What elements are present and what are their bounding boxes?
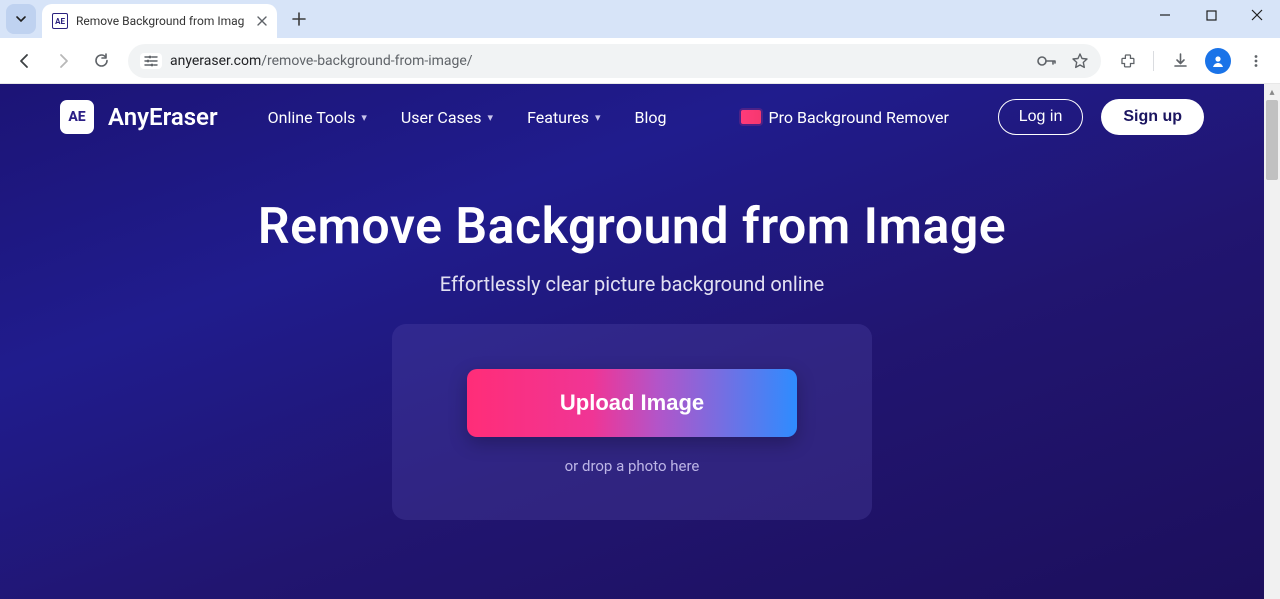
nav-user-cases[interactable]: User Cases ▾ [401,108,493,127]
nav-pro[interactable]: Pro Background Remover [741,108,949,127]
tab-strip: AE Remove Background from Imag [0,0,313,38]
close-icon[interactable] [257,16,267,26]
bookmark-star-icon[interactable] [1071,52,1089,70]
arrow-left-icon [16,52,34,70]
close-icon [1251,9,1263,21]
reload-icon [93,52,110,69]
upload-dropzone[interactable]: Upload Image or drop a photo here [392,324,872,520]
site-settings-icon[interactable] [140,53,162,69]
page-title: Remove Background from Image [258,198,1006,256]
browser-tab[interactable]: AE Remove Background from Imag [42,4,277,38]
toolbar-divider [1153,51,1154,71]
chevron-down-icon: ▾ [488,111,494,124]
site-header: AE AnyEraser Online Tools ▾ User Cases ▾… [0,84,1264,150]
chevron-down-icon: ▾ [361,111,367,124]
nav-label: Features [527,108,589,127]
maximize-icon [1206,10,1217,21]
minimize-icon [1159,9,1171,21]
hero-section: Remove Background from Image Effortlessl… [0,150,1264,520]
window-controls [1142,0,1280,38]
url-path: /remove-background-from-image/ [261,53,472,69]
tab-title: Remove Background from Imag [76,14,249,28]
nav-features[interactable]: Features ▾ [527,108,600,127]
new-tab-button[interactable] [285,5,313,33]
site-logo-text[interactable]: AnyEraser [108,103,218,131]
avatar-icon [1205,48,1231,74]
signup-button[interactable]: Sign up [1101,99,1204,135]
nav-label: Blog [635,108,667,127]
browser-titlebar: AE Remove Background from Imag [0,0,1280,38]
extensions-icon [1119,52,1136,69]
profile-button[interactable] [1202,44,1234,78]
login-button[interactable]: Log in [998,99,1084,135]
arrow-right-icon [54,52,72,70]
site-logo-icon[interactable]: AE [60,100,94,134]
address-bar[interactable]: anyeraser.com/remove-background-from-ima… [128,44,1101,78]
close-window-button[interactable] [1234,0,1280,30]
scroll-up-icon[interactable]: ▴ [1264,84,1280,100]
pro-badge-icon [741,110,761,124]
nav-label: Online Tools [268,108,356,127]
chevron-down-icon: ▾ [595,111,601,124]
drop-hint: or drop a photo here [565,457,700,475]
downloads-button[interactable] [1164,44,1196,78]
maximize-button[interactable] [1188,0,1234,30]
plus-icon [292,12,306,26]
nav-label: Pro Background Remover [769,108,949,127]
nav-online-tools[interactable]: Online Tools ▾ [268,108,367,127]
viewport: AE AnyEraser Online Tools ▾ User Cases ▾… [0,84,1280,599]
scrollbar[interactable]: ▴ [1264,84,1280,599]
chevron-down-icon [15,13,27,25]
browser-toolbar: anyeraser.com/remove-background-from-ima… [0,38,1280,84]
tab-search-button[interactable] [6,4,36,34]
tab-favicon: AE [52,13,68,29]
back-button[interactable] [8,44,42,78]
url-host: anyeraser.com [170,53,261,69]
url-text: anyeraser.com/remove-background-from-ima… [170,53,473,69]
kebab-icon [1249,54,1263,68]
page-content: AE AnyEraser Online Tools ▾ User Cases ▾… [0,84,1264,599]
password-key-icon[interactable] [1037,55,1057,67]
reload-button[interactable] [84,44,118,78]
download-icon [1172,52,1189,69]
scrollbar-thumb[interactable] [1266,100,1278,180]
forward-button[interactable] [46,44,80,78]
extensions-button[interactable] [1111,44,1143,78]
page-subtitle: Effortlessly clear picture background on… [440,272,824,296]
upload-button[interactable]: Upload Image [467,369,797,437]
main-nav: Online Tools ▾ User Cases ▾ Features ▾ B… [268,108,949,127]
menu-button[interactable] [1240,44,1272,78]
nav-label: User Cases [401,108,482,127]
nav-blog[interactable]: Blog [635,108,667,127]
minimize-button[interactable] [1142,0,1188,30]
